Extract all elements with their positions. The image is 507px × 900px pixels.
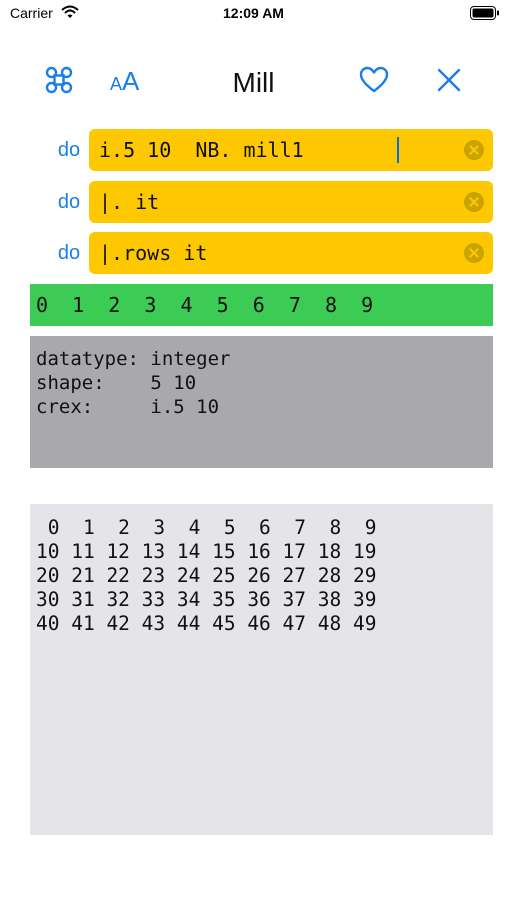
do-button[interactable]: do xyxy=(52,191,86,214)
clear-icon[interactable] xyxy=(464,140,484,160)
status-bar: Carrier 12:09 AM xyxy=(0,0,507,30)
clear-icon[interactable] xyxy=(464,192,484,212)
heart-icon[interactable] xyxy=(359,66,389,99)
command-row: do xyxy=(0,232,507,274)
command-field[interactable] xyxy=(89,181,493,223)
info-crex: crex: i.5 10 xyxy=(36,396,220,418)
output-line: 30 31 32 33 34 35 36 37 38 39 xyxy=(36,588,377,611)
clear-icon[interactable] xyxy=(464,243,484,263)
result-bar: 0 1 2 3 4 5 6 7 8 9 xyxy=(30,284,493,326)
output-line: 10 11 12 13 14 15 16 17 18 19 xyxy=(36,540,377,563)
command-input[interactable] xyxy=(99,232,449,274)
do-button[interactable]: do xyxy=(52,242,86,265)
do-button[interactable]: do xyxy=(52,139,86,162)
clock: 12:09 AM xyxy=(223,5,284,21)
command-input[interactable] xyxy=(99,181,449,223)
result-text: 0 1 2 3 4 5 6 7 8 9 xyxy=(36,293,374,317)
output-line: 40 41 42 43 44 45 46 47 48 49 xyxy=(36,612,377,635)
output-line: 0 1 2 3 4 5 6 7 8 9 xyxy=(36,516,377,539)
battery-icon xyxy=(470,6,500,25)
command-field[interactable] xyxy=(89,129,493,171)
output-panel[interactable]: 0 1 2 3 4 5 6 7 8 9 10 11 12 13 14 15 16… xyxy=(30,504,493,835)
command-row: do xyxy=(0,129,507,171)
command-row: do xyxy=(0,181,507,223)
info-panel: datatype: integer shape: 5 10 crex: i.5 … xyxy=(30,336,493,468)
page-title: Mill xyxy=(232,67,275,98)
output-line: 20 21 22 23 24 25 26 27 28 29 xyxy=(36,564,377,587)
info-shape: shape: 5 10 xyxy=(36,372,197,394)
info-datatype: datatype: integer xyxy=(36,348,231,370)
command-field[interactable] xyxy=(89,232,493,274)
close-icon[interactable] xyxy=(437,68,461,97)
toolbar: AA Mill xyxy=(0,55,507,107)
text-cursor xyxy=(397,137,399,163)
